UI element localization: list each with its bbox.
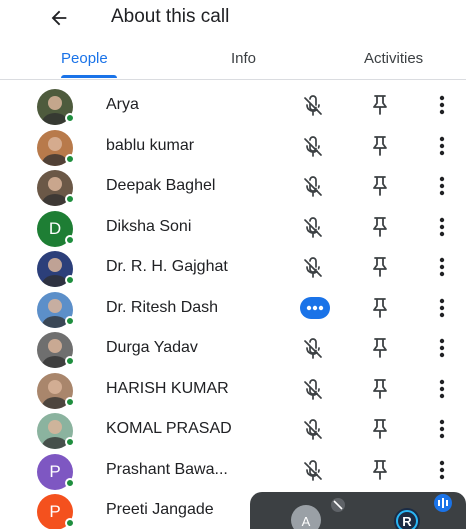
online-status-dot	[65, 518, 75, 528]
pip-overlay[interactable]: A R	[250, 492, 466, 529]
online-status-dot	[65, 113, 75, 123]
pin-icon[interactable]	[369, 255, 391, 279]
avatar: P	[37, 453, 77, 494]
mic-off-icon	[301, 378, 325, 402]
avatar	[37, 251, 77, 291]
participant-row[interactable]: Arya	[0, 84, 466, 125]
participant-row[interactable]: P Prashant Bawa...	[0, 449, 466, 490]
online-status-dot	[65, 234, 75, 245]
pin-icon[interactable]	[369, 93, 391, 117]
participant-row[interactable]: KOMAL PRASAD	[0, 408, 466, 449]
pin-icon[interactable]	[369, 336, 391, 360]
avatar	[37, 89, 77, 129]
pin-icon[interactable]	[369, 458, 391, 482]
participant-name: Durga Yadav	[106, 339, 198, 356]
mic-off-icon	[301, 256, 325, 280]
pin-icon[interactable]	[369, 134, 391, 158]
participant-name: Preeti Jangade	[106, 501, 214, 518]
avatar	[37, 291, 77, 332]
more-options-icon[interactable]	[430, 215, 454, 239]
mic-off-icon	[301, 459, 325, 483]
avatar	[37, 170, 77, 210]
participant-name: Dr. R. H. Gajghat	[106, 258, 228, 275]
online-status-dot	[65, 315, 75, 326]
pin-icon[interactable]	[369, 215, 391, 239]
pin-icon[interactable]	[369, 377, 391, 401]
avatar	[37, 372, 77, 413]
mic-off-icon	[301, 175, 325, 199]
more-options-icon[interactable]	[430, 134, 454, 158]
avatar: P	[37, 494, 77, 529]
online-status-dot	[65, 356, 75, 366]
online-status-dot	[65, 396, 75, 407]
participant-name: KOMAL PRASAD	[106, 420, 232, 437]
active-tab-indicator	[61, 75, 117, 78]
participant-name: Dr. Ritesh Dash	[106, 298, 219, 316]
page-title: About this call	[111, 6, 230, 27]
app-bar: About this call	[0, 0, 466, 38]
participant-name: HARISH KUMAR	[106, 379, 229, 397]
pip-tiles: A R	[291, 494, 452, 529]
mic-off-icon	[301, 94, 325, 118]
more-options-icon[interactable]	[430, 458, 454, 482]
participant-row[interactable]: Dr. R. H. Gajghat	[0, 246, 466, 287]
participant-name: Arya	[106, 96, 139, 113]
online-status-dot	[65, 194, 75, 204]
back-button[interactable]	[44, 4, 74, 32]
participant-row[interactable]: bablu kumar	[0, 125, 466, 166]
pin-icon[interactable]	[369, 296, 391, 320]
mic-off-icon	[301, 337, 325, 361]
avatar	[37, 129, 77, 170]
tab-info[interactable]: Info	[231, 50, 256, 67]
avatar: D	[37, 210, 77, 251]
online-status-dot	[65, 275, 75, 285]
participant-row[interactable]: Deepak Baghel	[0, 165, 466, 206]
tab-activities[interactable]: Activities	[364, 50, 423, 67]
avatar	[37, 413, 77, 453]
participant-name: Prashant Bawa...	[106, 460, 228, 478]
participant-name: bablu kumar	[106, 136, 195, 154]
more-options-icon[interactable]	[430, 255, 454, 279]
more-options-icon[interactable]	[430, 417, 454, 441]
participant-row[interactable]: HARISH KUMAR	[0, 368, 466, 409]
online-status-dot	[65, 437, 75, 447]
pip-brand-initial: R	[402, 514, 412, 529]
pin-icon[interactable]	[369, 417, 391, 441]
pip-tile-initial: A	[302, 514, 311, 529]
more-options-icon[interactable]	[430, 336, 454, 360]
more-options-icon[interactable]	[430, 93, 454, 117]
more-options-icon[interactable]	[430, 174, 454, 198]
participant-name: Deepak Baghel	[106, 177, 216, 194]
participant-row[interactable]: D Diksha Soni	[0, 206, 466, 247]
mic-off-icon	[301, 216, 325, 240]
participant-row[interactable]: Durga Yadav	[0, 327, 466, 368]
mic-off-icon	[301, 135, 325, 159]
tab-bar: People Info Activities	[0, 42, 466, 80]
participant-row[interactable]: Dr. Ritesh Dash	[0, 287, 466, 328]
more-options-icon[interactable]	[430, 377, 454, 401]
participant-name: Diksha Soni	[106, 217, 192, 235]
mic-off-icon	[301, 418, 325, 442]
back-arrow-icon	[51, 10, 67, 26]
speaking-indicator-icon	[300, 296, 330, 319]
more-options-icon[interactable]	[430, 296, 454, 320]
avatar	[37, 332, 77, 372]
online-status-dot	[65, 477, 75, 488]
tab-people[interactable]: People	[61, 50, 108, 67]
online-status-dot	[65, 153, 75, 164]
pin-icon[interactable]	[369, 174, 391, 198]
